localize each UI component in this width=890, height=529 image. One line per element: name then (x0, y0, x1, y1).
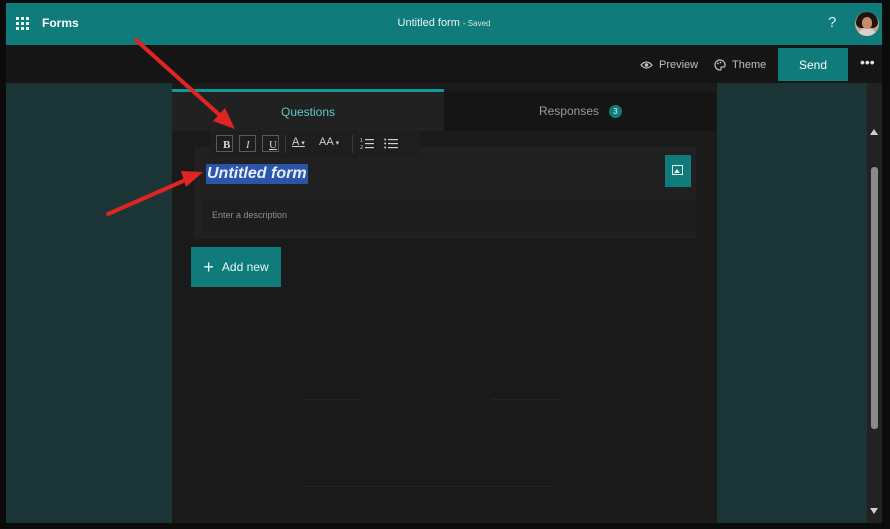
palette-icon (714, 59, 726, 71)
svg-text:2: 2 (360, 145, 363, 150)
app-window: Forms Untitled form - Saved ? Preview The… (6, 3, 882, 523)
add-new-label: Add new (221, 260, 269, 274)
scroll-up-arrow-icon[interactable] (870, 129, 878, 135)
send-button[interactable]: Send (778, 48, 848, 81)
theme-button[interactable]: Theme (714, 59, 766, 71)
more-options-icon[interactable]: ••• (860, 54, 875, 70)
eye-icon (640, 61, 653, 69)
bulleted-list-icon[interactable] (384, 137, 398, 150)
add-new-button[interactable]: + Add new (191, 247, 281, 287)
scrollbar-thumb[interactable] (871, 167, 878, 429)
bold-button[interactable]: B (216, 135, 233, 152)
theme-label: Theme (732, 59, 767, 71)
preview-button[interactable]: Preview (640, 59, 698, 71)
document-title: Untitled form - Saved (6, 17, 882, 29)
divider (492, 399, 562, 400)
numbered-list-icon[interactable]: 12 (360, 137, 374, 150)
form-title-selected-text[interactable]: Untitled form (206, 164, 308, 184)
toolbar-divider (352, 135, 353, 153)
top-bar: Forms Untitled form - Saved ? (6, 3, 882, 45)
tab-responses-label: Responses (538, 104, 600, 118)
command-bar: Preview Theme Send ••• (6, 45, 882, 83)
responses-count-badge: 3 (609, 105, 623, 119)
divider (302, 399, 362, 400)
toolbar-divider (285, 135, 286, 153)
form-editor: Questions Responses 3 B I U A ▾ AA ▾ 12 U… (172, 83, 717, 523)
tab-questions[interactable]: Questions (172, 89, 444, 131)
image-icon (672, 165, 683, 175)
description-field[interactable] (202, 199, 696, 231)
divider (302, 486, 552, 487)
form-title-field[interactable]: Untitled form (206, 161, 658, 193)
scroll-down-arrow-icon[interactable] (870, 508, 878, 514)
left-panel (6, 83, 172, 523)
plus-icon: + (203, 257, 214, 277)
font-color-icon[interactable]: A ▾ (292, 136, 305, 148)
save-status: - Saved (462, 19, 491, 28)
underline-button[interactable]: U (262, 135, 279, 152)
avatar[interactable] (855, 12, 879, 36)
help-icon[interactable]: ? (828, 14, 836, 31)
svg-text:1: 1 (360, 138, 363, 144)
preview-label: Preview (659, 59, 699, 71)
insert-image-button[interactable] (665, 155, 691, 187)
tab-responses[interactable]: Responses 3 (444, 92, 717, 131)
italic-button[interactable]: I (239, 135, 256, 152)
format-toolbar: B I U A ▾ AA ▾ 12 (210, 131, 420, 157)
document-title-text: Untitled form (397, 17, 460, 29)
right-panel (717, 83, 867, 523)
font-size-icon[interactable]: AA ▾ (319, 136, 339, 148)
